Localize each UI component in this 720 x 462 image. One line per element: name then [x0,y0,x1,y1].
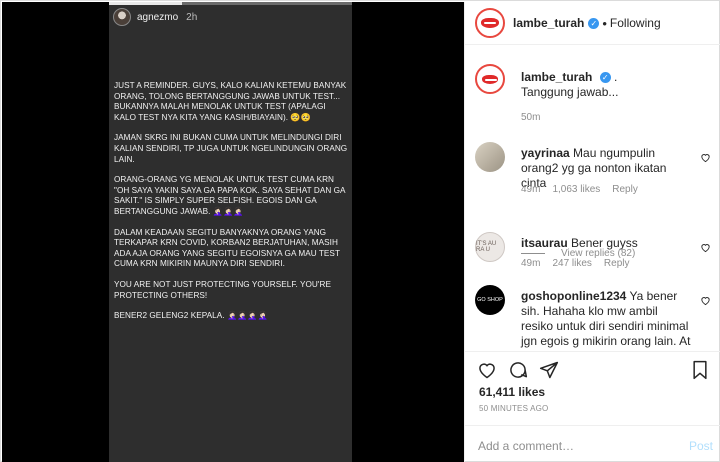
add-comment-bar: Add a comment… Post [465,425,720,462]
comment-bubble-icon[interactable] [508,360,528,380]
comments-section[interactable]: lambe_turah ✓ . Tanggung jawab... 50m ya… [465,46,720,350]
comment-item: IT'S AU RA U itsaurau Bener guyss 49m 24… [475,232,711,282]
comment-avatar[interactable] [475,142,505,172]
story-screenshot: agnezmo 2h JUST A REMINDER. GUYS, KALO K… [109,2,352,462]
like-comment-heart-icon[interactable] [700,152,711,163]
comment-likes[interactable]: 1,063 likes [552,184,600,195]
story-paragraph: YOU ARE NOT JUST PROTECTING YOURSELF. YO… [114,279,331,300]
save-bookmark-icon[interactable] [691,360,709,380]
story-username: agnezmo [137,11,179,23]
post-time[interactable]: 50 MINUTES AGO [479,404,548,413]
comment-time[interactable]: 49m [521,258,540,269]
comment-meta: 49m 247 likes Reply [521,258,630,269]
story-header: agnezmo 2h [113,8,197,26]
post-sidebar: lambe_turah ✓ • Following lambe_turah ✓ … [464,2,720,462]
comment-body: itsaurau Bener guyss [521,236,691,251]
story-time: 2h [186,11,198,23]
story-text: JUST A REMINDER. GUYS, KALO KALIAN KETEM… [114,81,350,332]
comment-item: yayrinaa Mau ngumpulin orang2 yg ga nont… [475,142,711,222]
story-paragraph: JAMAN SKRG INI BUKAN CUMA UNTUK MELINDUN… [114,133,348,164]
verified-badge-icon: ✓ [599,72,611,84]
action-bar [465,351,720,381]
post-header: lambe_turah ✓ • Following [465,2,720,45]
likes-count[interactable]: 61,411 likes [479,385,545,399]
following-button[interactable]: Following [610,16,661,30]
comment-avatar[interactable]: GO SHOP [475,285,505,315]
story-paragraph: BENER2 GELENG2 KEPALA. 🤦🏻‍♀️🤦🏻‍♀️🤦🏻‍♀️🤦🏻… [114,311,268,321]
caption: lambe_turah ✓ . Tanggung jawab... 50m [475,64,711,134]
story-paragraph: JUST A REMINDER. GUYS, KALO KALIAN KETEM… [114,81,347,122]
lips-logo-icon [482,74,498,84]
comment-username[interactable]: goshoponline1234 [521,289,626,303]
lips-logo-icon [481,18,499,28]
comment-reply-button[interactable]: Reply [612,184,638,195]
like-comment-heart-icon[interactable] [700,295,711,306]
share-paper-plane-icon[interactable] [539,360,559,380]
comment-meta: 49m 1,063 likes Reply [521,184,638,195]
comment-likes[interactable]: 247 likes [552,258,591,269]
like-heart-icon[interactable] [477,360,497,380]
author-username[interactable]: lambe_turah [513,16,584,30]
caption-body: lambe_turah ✓ . Tanggung jawab... [521,70,691,100]
comment-reply-button[interactable]: Reply [604,258,630,269]
caption-meta: 50m [521,112,540,123]
comment-body: goshoponline1234 Ya bener sih. Hahaha kl… [521,289,691,349]
caption-avatar[interactable] [475,64,505,94]
comment-avatar[interactable]: IT'S AU RA U [475,232,505,262]
comment-username[interactable]: itsaurau [521,236,568,250]
header-separator: • [602,15,607,31]
story-avatar [113,8,131,26]
caption-period: . [614,70,618,84]
like-comment-heart-icon[interactable] [700,242,711,253]
verified-badge-icon: ✓ [588,17,600,29]
post-frame: agnezmo 2h JUST A REMINDER. GUYS, KALO K… [0,0,720,462]
caption-username[interactable]: lambe_turah [521,70,592,84]
author-avatar[interactable] [475,8,505,38]
caption-text: Tanggung jawab... [521,85,619,99]
story-paragraph: DALAM KEADAAN SEGITU BANYAKNYA ORANG YAN… [114,227,340,269]
comment-username[interactable]: yayrinaa [521,146,570,160]
add-comment-input[interactable]: Add a comment… [478,439,574,453]
comment-text: Bener guyss [571,236,638,250]
post-comment-button[interactable]: Post [689,439,713,453]
story-progress-bar [109,2,352,5]
comment-item: GO SHOP goshoponline1234 Ya bener sih. H… [475,285,711,350]
story-paragraph: ORANG-ORANG YG MENOLAK UNTUK TEST CUMA K… [114,175,346,216]
caption-time[interactable]: 50m [521,112,540,123]
comment-time[interactable]: 49m [521,184,540,195]
post-media[interactable]: agnezmo 2h JUST A REMINDER. GUYS, KALO K… [2,2,464,462]
